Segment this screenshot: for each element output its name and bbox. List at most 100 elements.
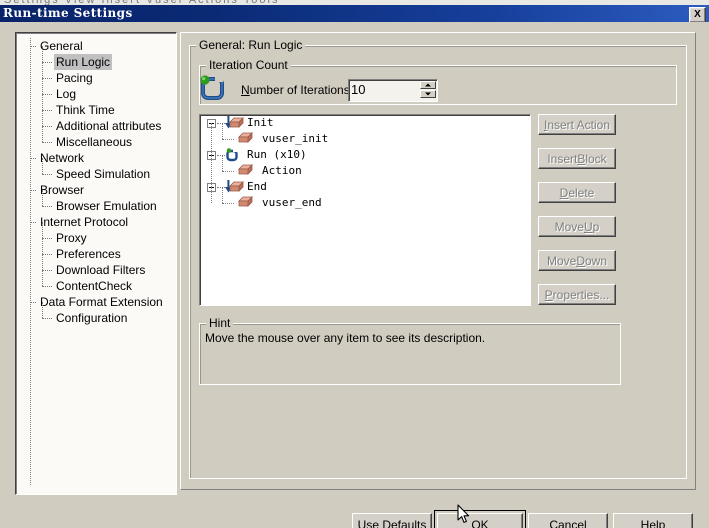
sidebar-item-label: Configuration <box>56 311 128 325</box>
sidebar-item-miscellaneous[interactable]: Miscellaneous <box>16 134 176 150</box>
run-logic-row[interactable]: Init <box>200 115 530 131</box>
init-block-icon <box>225 116 245 130</box>
tree-connector <box>222 187 223 203</box>
sidebar-item-configuration[interactable]: Configuration <box>16 310 176 326</box>
cancel-label-pre: Cancel <box>549 517 587 528</box>
help-label-post: elp <box>649 517 666 528</box>
sidebar-item-general[interactable]: General <box>16 38 176 54</box>
sidebar-item-label: Pacing <box>56 71 93 85</box>
insert-block-button[interactable]: Insert Block <box>538 148 616 169</box>
run-logic-tree[interactable]: Init vuser_init Run (x10) Action End vuser_en… <box>199 114 531 306</box>
delete-label-accel: D <box>559 185 569 200</box>
sidebar-item-internet-protocol[interactable]: Internet Protocol <box>16 214 176 230</box>
run-logic-row-label: Init <box>247 116 274 129</box>
run-logic-row[interactable]: Run (x10) <box>200 147 530 163</box>
move-down-button[interactable]: Move Down <box>538 250 616 271</box>
sidebar-item-label: Miscellaneous <box>56 135 133 149</box>
tree-connector <box>211 123 212 195</box>
iterations-spin-control[interactable] <box>348 79 438 102</box>
tree-connector <box>222 123 223 139</box>
sidebar-item-label: Run Logic <box>54 54 113 70</box>
run-loop-icon <box>199 75 225 101</box>
sidebar-item-label: ContentCheck <box>56 279 133 293</box>
spinner-up-icon[interactable] <box>420 81 436 89</box>
settings-category-tree[interactable]: General Run Logic Pacing Log Think Time Addit… <box>15 32 177 495</box>
sidebar-item-label: Log <box>56 87 77 101</box>
sidebar-item-label: Proxy <box>56 231 87 245</box>
sidebar-item-think-time[interactable]: Think Time <box>16 102 176 118</box>
run-logic-row[interactable]: Action <box>200 163 530 179</box>
spinner-down-icon[interactable] <box>420 90 436 98</box>
sidebar-item-run-logic[interactable]: Run Logic <box>16 54 176 70</box>
ok-button[interactable]: OK <box>437 513 523 528</box>
properties-button[interactable]: Properties... <box>538 284 616 305</box>
tree-connector <box>222 139 234 140</box>
run-logic-row-label: Run (x10) <box>247 148 307 161</box>
iterations-input[interactable] <box>351 81 413 98</box>
iteration-count-label: Iteration Count <box>206 59 291 71</box>
iter-label-rest: umber of Iterations: <box>249 83 354 97</box>
dialog-client-area: General Run Logic Pacing Log Think Time Addit… <box>0 22 709 528</box>
title-bar[interactable]: Run-time Settings X <box>0 5 709 23</box>
use-defaults-label-accel: U <box>357 517 367 528</box>
sidebar-item-label: Browser <box>40 183 85 197</box>
hint-group: Hint Move the mouse over any item to see… <box>199 317 621 385</box>
tree-branch-connector <box>42 302 43 318</box>
tree-connector <box>222 155 223 171</box>
move-up-button[interactable]: Move Up <box>538 216 616 237</box>
ok-label-accel: O <box>471 517 481 528</box>
number-of-iterations-label: Number of Iterations: <box>241 83 353 97</box>
move-up-label-pre: Move <box>554 219 584 234</box>
run-logic-row-label: End <box>247 180 267 193</box>
sidebar-item-log[interactable]: Log <box>16 86 176 102</box>
sidebar-item-pacing[interactable]: Pacing <box>16 70 176 86</box>
move-down-label-pre: Move <box>546 253 577 268</box>
sidebar-item-contentcheck[interactable]: ContentCheck <box>16 278 176 294</box>
sidebar-item-additional-attributes[interactable]: Additional attributes <box>16 118 176 134</box>
window-title: Run-time Settings <box>3 6 133 20</box>
run-logic-row[interactable]: vuser_init <box>200 131 530 147</box>
run-logic-row[interactable]: End <box>200 179 530 195</box>
sidebar-item-label: Speed Simulation <box>56 167 151 181</box>
sidebar-item-label: General <box>40 39 83 53</box>
sidebar-item-browser-emulation[interactable]: Browser Emulation <box>16 198 176 214</box>
iter-label-accel: N <box>241 83 250 97</box>
run-logic-row-label: vuser_init <box>262 132 329 145</box>
sidebar-item-network[interactable]: Network <box>16 150 176 166</box>
run-logic-row-label: vuser_end <box>262 196 322 209</box>
insert-block-label-post: lock <box>585 151 607 166</box>
close-icon[interactable]: X <box>689 7 706 23</box>
run-logic-list: Init vuser_init Run (x10) Action End vuser_en… <box>200 115 530 211</box>
sidebar-item-label: Download Filters <box>56 263 146 277</box>
cancel-button[interactable]: Cancel <box>528 513 608 528</box>
sidebar-item-label: Preferences <box>56 247 121 261</box>
sidebar-item-preferences[interactable]: Preferences <box>16 246 176 262</box>
tree-list: General Run Logic Pacing Log Think Time Addit… <box>16 38 176 326</box>
run-logic-group-label: General: Run Logic <box>196 39 306 51</box>
run-logic-row[interactable]: vuser_end <box>200 195 530 211</box>
sidebar-item-download-filters[interactable]: Download Filters <box>16 262 176 278</box>
sidebar-item-label: Browser Emulation <box>56 199 157 213</box>
use-defaults-button[interactable]: Use Defaults <box>352 513 432 528</box>
iterations-spinner[interactable] <box>420 81 436 98</box>
iteration-count-group: Iteration Count <box>199 59 677 105</box>
action-brick-icon <box>238 196 253 213</box>
tree-connector <box>217 123 225 124</box>
sidebar-item-browser[interactable]: Browser <box>16 182 176 198</box>
run-logic-pane: General: Run Logic Iteration Count Numbe… <box>180 32 696 490</box>
help-label-accel: H <box>640 517 650 528</box>
tree-branch-connector <box>42 46 43 142</box>
tree-connector <box>222 171 234 172</box>
insert-action-button[interactable]: Insert Action <box>538 114 616 135</box>
sidebar-item-speed-simulation[interactable]: Speed Simulation <box>16 166 176 182</box>
sidebar-item-data-format-extension[interactable]: Data Format Extension <box>16 294 176 310</box>
delete-button[interactable]: Delete <box>538 182 616 203</box>
end-block-icon <box>225 180 245 194</box>
sidebar-item-label: Think Time <box>56 103 115 117</box>
use-defaults-label-post: se Defaults <box>366 517 427 528</box>
sidebar-item-proxy[interactable]: Proxy <box>16 230 176 246</box>
hint-text: Move the mouse over any item to see its … <box>205 331 486 345</box>
tree-connector <box>217 155 225 156</box>
help-button[interactable]: Help <box>613 513 693 528</box>
sidebar-item-label: Network <box>40 151 85 165</box>
